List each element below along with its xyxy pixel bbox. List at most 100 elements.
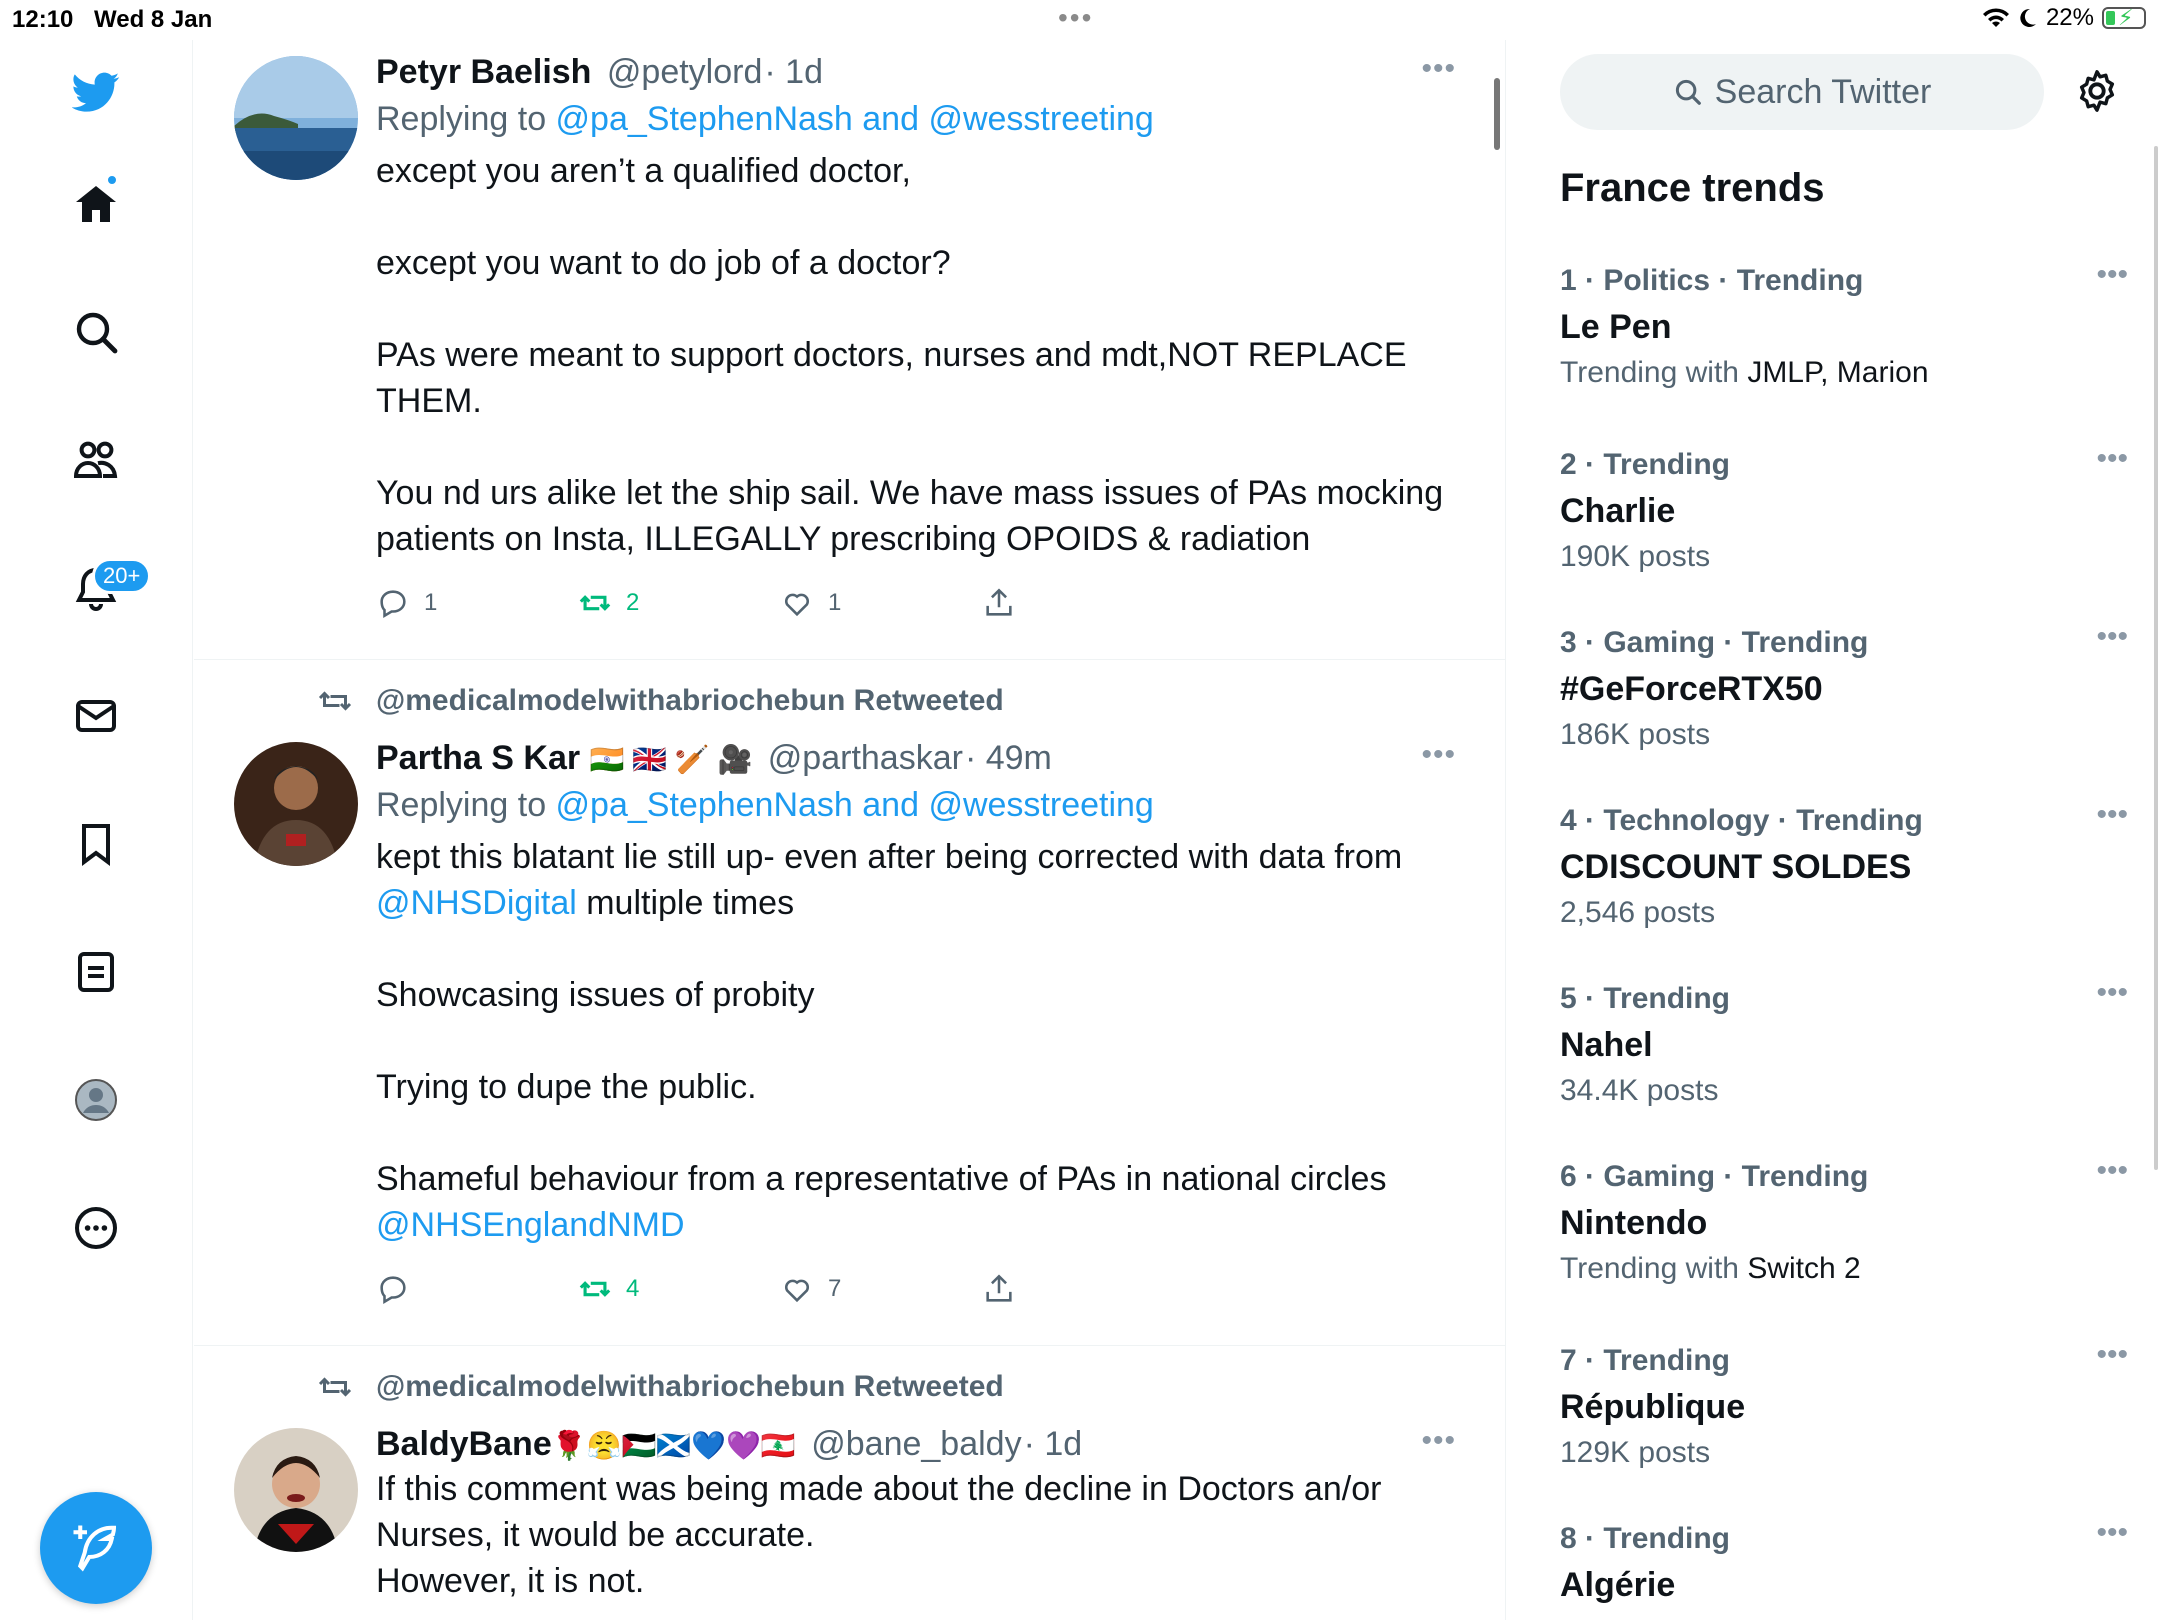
search-placeholder: Search Twitter [1714, 72, 1932, 111]
trend-sub: 34.4K posts [1560, 1068, 2120, 1114]
author-name[interactable]: BaldyBane [376, 1425, 552, 1463]
retweet-count: 2 [626, 589, 640, 616]
sidebar-scrollbar[interactable] [2154, 146, 2158, 1170]
tweet-header: Petyr Baelish @petylord· 1d [376, 50, 1456, 94]
trend-with: Switch 2 [1747, 1252, 1861, 1285]
twitter-bird-logo-icon[interactable] [66, 62, 126, 122]
profile-avatar-icon[interactable] [66, 1070, 126, 1130]
reply-icon [380, 590, 406, 619]
trend-item[interactable]: 2 · Trending Charlie 190K posts ••• [1560, 442, 2128, 580]
compose-tweet-button[interactable] [40, 1492, 152, 1604]
author-name[interactable]: Petyr Baelish [376, 53, 591, 91]
trend-sub: 2,546 posts [1560, 890, 2120, 936]
trend-more-icon[interactable]: ••• [2096, 258, 2128, 292]
multitasking-dots-icon[interactable]: ••• [1058, 2, 1093, 34]
retweeted-by[interactable]: @medicalmodelwithabriochebun Retweeted [376, 684, 1004, 718]
communities-icon[interactable] [66, 430, 126, 490]
tweet-partha-s-kar[interactable]: @medicalmodelwithabriochebun Retweeted •… [194, 660, 1505, 1346]
tweet-header: BaldyBane🌹😤🇵🇸🏴󠁧󠁢󠁳󠁣󠁴󠁿💙💜🇱🇧 @bane_baldy· 1d [376, 1422, 1456, 1466]
retweeted-by[interactable]: @medicalmodelwithabriochebun Retweeted [376, 1370, 1004, 1404]
tweet-petyr-baelish[interactable]: ••• Petyr Baelish @petylord· 1d Replying… [194, 40, 1505, 660]
trend-meta: 2 · Trending [1560, 448, 1731, 481]
replying-to: Replying to @pa_StephenNash and @wesstre… [376, 780, 1456, 830]
tweet-time[interactable]: · 1d [764, 53, 823, 91]
feather-plus-icon [73, 1525, 117, 1572]
trend-item[interactable]: 1 · Politics · Trending Le Pen Trending … [1560, 258, 2128, 396]
trend-more-icon[interactable]: ••• [2096, 798, 2128, 832]
reply-button[interactable] [376, 1272, 578, 1306]
search-icon[interactable] [66, 302, 126, 362]
trends-title: France trends [1560, 166, 1825, 210]
like-button[interactable]: 1 [780, 586, 982, 620]
replying-to-links[interactable]: @pa_StephenNash and @wesstreeting [556, 100, 1154, 138]
trend-more-icon[interactable]: ••• [2096, 442, 2128, 476]
notifications-badge: 20+ [92, 558, 152, 594]
trend-name: Nahel [1560, 1026, 1653, 1064]
trend-item[interactable]: 4 · Technology · Trending CDISCOUNT SOLD… [1560, 798, 2128, 936]
reply-count: 1 [424, 589, 438, 616]
bookmarks-icon[interactable] [66, 814, 126, 874]
author-handle[interactable]: @parthaskar [768, 739, 963, 777]
tweet-text: If this comment was being made about the… [376, 1470, 1382, 1600]
lists-icon[interactable] [66, 942, 126, 1002]
retweet-button[interactable]: 2 [578, 586, 780, 620]
trend-sub-prefix: 186K posts [1560, 718, 1711, 751]
retweeted-icon [318, 1377, 352, 1397]
trend-item[interactable]: 8 · Trending Algérie ••• [1560, 1516, 2128, 1608]
tweet-time[interactable]: · 49m [965, 739, 1052, 777]
author-handle[interactable]: @bane_baldy [811, 1425, 1021, 1463]
more-options-icon[interactable] [66, 1198, 126, 1258]
timeline[interactable]: ••• Petyr Baelish @petylord· 1d Replying… [194, 40, 1506, 1620]
trend-meta: 6 · Gaming · Trending [1560, 1160, 1869, 1193]
wifi-icon [1982, 8, 2009, 27]
tweet-text-part-1: kept this blatant lie still up- even aft… [376, 838, 1403, 876]
reply-icon [380, 1276, 406, 1305]
battery-percent: 22% [2045, 4, 2094, 31]
timeline-scrollbar[interactable] [1494, 78, 1500, 150]
trend-more-icon[interactable]: ••• [2096, 620, 2128, 654]
trend-more-icon[interactable]: ••• [2096, 1338, 2128, 1372]
author-handle[interactable]: @petylord [607, 53, 762, 91]
avatar[interactable] [234, 1428, 358, 1552]
trend-item[interactable]: 6 · Gaming · Trending Nintendo Trending … [1560, 1154, 2128, 1292]
trend-more-icon[interactable]: ••• [2096, 1516, 2128, 1550]
replying-to: Replying to @pa_StephenNash and @wesstre… [376, 94, 1456, 144]
retweet-button[interactable]: 4 [578, 1272, 780, 1306]
trend-more-icon[interactable]: ••• [2096, 1154, 2128, 1188]
replying-to-links[interactable]: @pa_StephenNash and @wesstreeting [556, 786, 1154, 824]
trend-sub: 129K posts [1560, 1430, 2120, 1476]
trend-name: Algérie [1560, 1566, 1676, 1604]
retweet-icon [579, 595, 611, 611]
share-button[interactable] [982, 586, 1184, 620]
share-icon [986, 588, 1012, 616]
trend-item[interactable]: 7 · Trending République 129K posts ••• [1560, 1338, 2128, 1476]
share-button[interactable] [982, 1272, 1184, 1306]
tweet-baldybane[interactable]: @medicalmodelwithabriochebun Retweeted •… [194, 1346, 1505, 1620]
tweet-header: Partha S Kar 🇮🇳 🇬🇧 🏏 🎥 @parthaskar· 49m [376, 736, 1456, 780]
tweet-body: Petyr Baelish @petylord· 1d Replying to … [376, 50, 1456, 562]
moon-icon [2020, 8, 2036, 27]
left-navigation-rail: 20+ [0, 40, 193, 1620]
replying-prefix: Replying to [376, 786, 556, 824]
settings-gear-icon[interactable] [2074, 68, 2120, 119]
trend-name: Charlie [1560, 492, 1676, 530]
like-count: 7 [828, 1275, 842, 1302]
search-twitter-field[interactable]: Search Twitter [1560, 54, 2044, 130]
author-name[interactable]: Partha S Kar [376, 739, 580, 777]
like-button[interactable]: 7 [780, 1272, 982, 1306]
mention-nhsenglandnmd[interactable]: @NHSEnglandNMD [376, 1206, 685, 1244]
trend-item[interactable]: 5 · Trending Nahel 34.4K posts ••• [1560, 976, 2128, 1114]
trend-item[interactable]: 3 · Gaming · Trending #GeForceRTX50 186K… [1560, 620, 2128, 758]
trend-more-icon[interactable]: ••• [2096, 976, 2128, 1010]
mention-nhsdigital[interactable]: @NHSDigital [376, 884, 577, 922]
trend-sub-prefix: 2,546 posts [1560, 896, 1716, 929]
trend-sub-prefix: 34.4K posts [1560, 1074, 1719, 1107]
messages-envelope-icon[interactable] [66, 686, 126, 746]
trend-name: République [1560, 1388, 1746, 1426]
tweet-time[interactable]: · 1d [1024, 1425, 1083, 1463]
reply-button[interactable]: 1 [376, 586, 578, 620]
avatar[interactable] [234, 742, 358, 866]
trend-name: Nintendo [1560, 1204, 1708, 1242]
heart-icon [785, 1279, 809, 1303]
avatar[interactable] [234, 56, 358, 180]
